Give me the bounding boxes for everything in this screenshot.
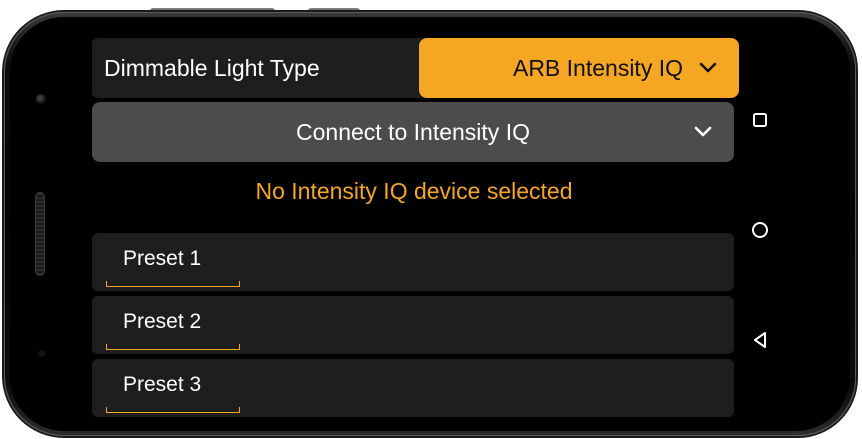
- back-button[interactable]: [748, 328, 772, 352]
- preset-row[interactable]: Preset 1: [92, 233, 734, 291]
- preset-input-underline: [106, 344, 240, 350]
- earpiece-speaker: [35, 192, 45, 276]
- preset-row[interactable]: Preset 3: [92, 359, 734, 417]
- chevron-down-icon: [694, 126, 712, 137]
- proximity-sensor: [38, 350, 45, 357]
- connect-dropdown[interactable]: Connect to Intensity IQ: [92, 102, 734, 162]
- circle-icon: [752, 222, 768, 238]
- preset-input-underline: [106, 281, 240, 287]
- home-button[interactable]: [748, 218, 772, 242]
- preset-name[interactable]: Preset 3: [123, 373, 201, 397]
- recents-button[interactable]: [748, 108, 772, 132]
- light-type-row: Dimmable Light Type ARB Intensity IQ: [92, 38, 739, 98]
- light-type-label: Dimmable Light Type: [104, 55, 320, 81]
- stage: Dimmable Light Type ARB Intensity IQ Con…: [0, 0, 862, 439]
- light-type-value: ARB Intensity IQ: [512, 54, 683, 81]
- preset-name[interactable]: Preset 2: [123, 310, 201, 334]
- connect-label: Connect to Intensity IQ: [296, 119, 530, 145]
- square-icon: [753, 113, 767, 127]
- light-type-dropdown[interactable]: ARB Intensity IQ: [419, 38, 739, 98]
- app-screen: Dimmable Light Type ARB Intensity IQ Con…: [88, 32, 744, 424]
- triangle-back-icon: [754, 332, 766, 348]
- preset-name[interactable]: Preset 1: [123, 247, 201, 271]
- chevron-down-icon: [699, 62, 717, 73]
- front-camera-icon: [36, 94, 46, 104]
- status-message: No Intensity IQ device selected: [255, 178, 573, 204]
- preset-input-underline: [106, 407, 240, 413]
- preset-row[interactable]: Preset 2: [92, 296, 734, 354]
